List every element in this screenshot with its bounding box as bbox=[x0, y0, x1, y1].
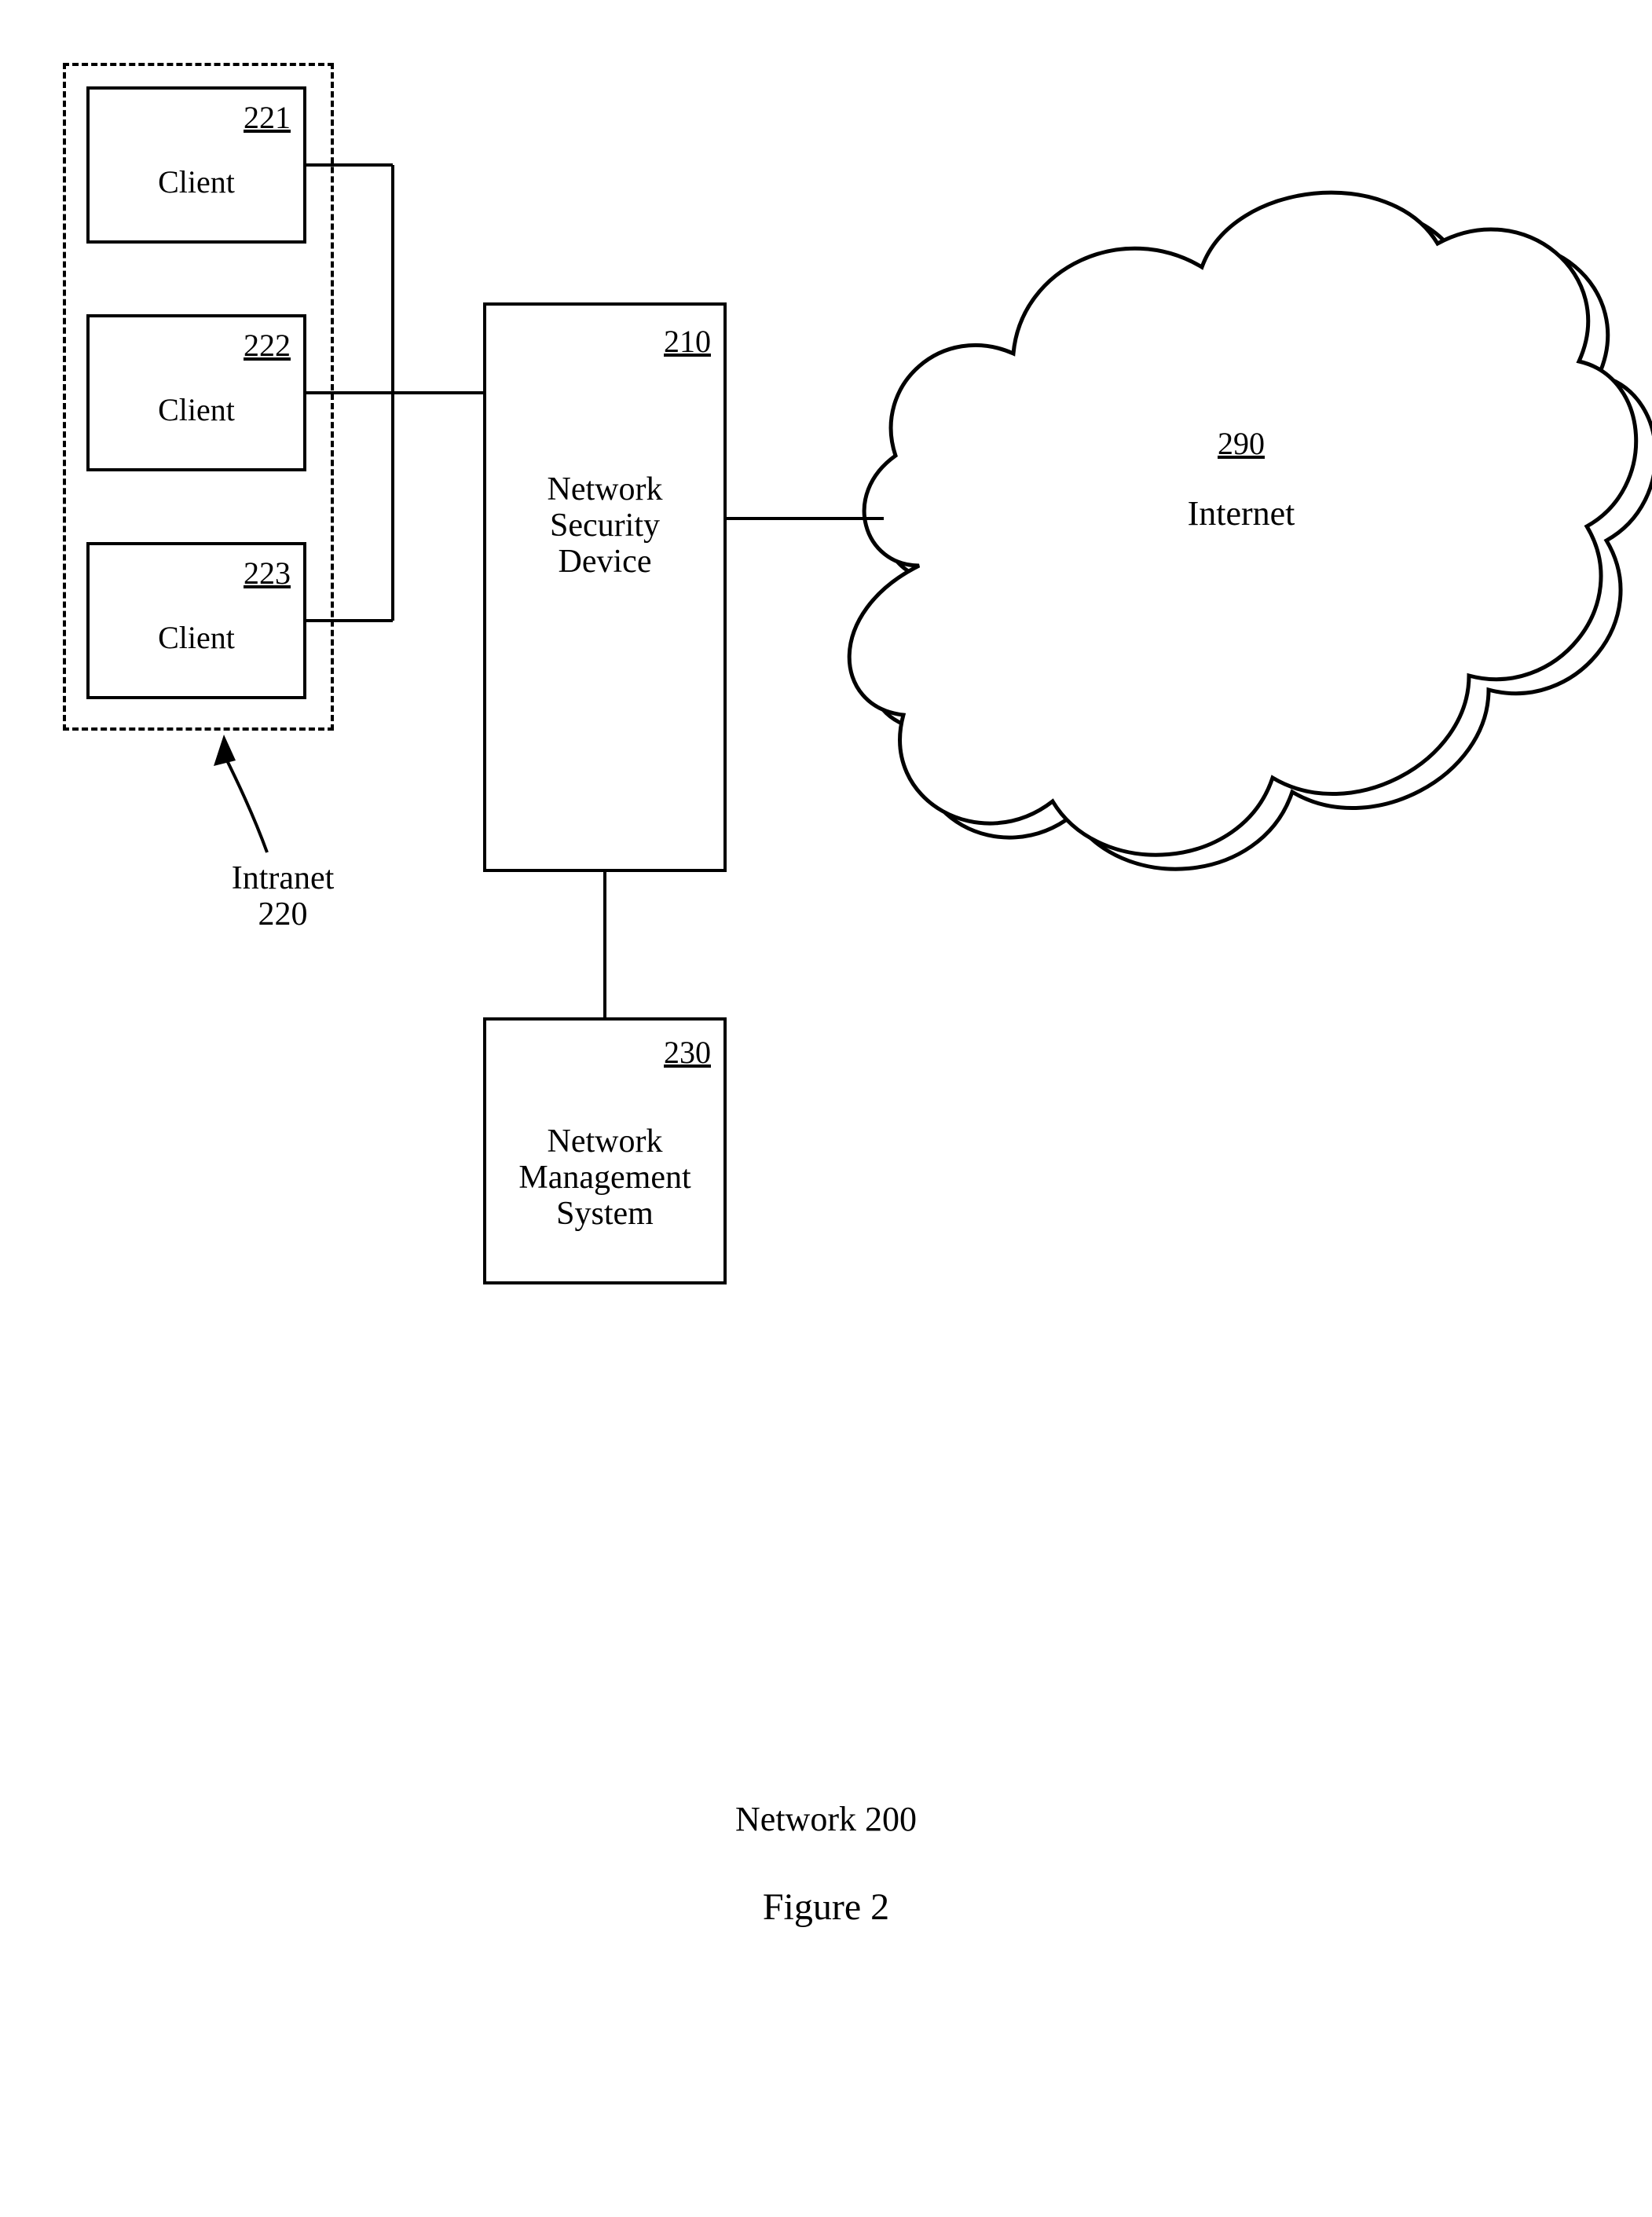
nsd-number: 210 bbox=[652, 326, 711, 357]
nsd-label: Network Security Device bbox=[483, 471, 727, 581]
client-223-number: 223 bbox=[236, 558, 291, 589]
internet-number-top: 290 bbox=[1210, 428, 1273, 460]
network-security-device-box bbox=[483, 302, 727, 872]
figure-title: Figure 2 bbox=[0, 1885, 1652, 1929]
figure-caption: Network 200 bbox=[0, 1799, 1652, 1839]
client-223-label: Client bbox=[86, 621, 306, 655]
diagram-page: 221 Client 222 Client 223 Client 210 Net… bbox=[0, 0, 1652, 2217]
internet-label-top: Internet bbox=[1100, 495, 1383, 533]
nms-label: Network Management System bbox=[483, 1123, 727, 1233]
intranet-label: Intranet 220 bbox=[204, 860, 361, 933]
client-222-number: 222 bbox=[236, 330, 291, 361]
intranet-arrowhead bbox=[214, 735, 236, 766]
client-221-number: 221 bbox=[236, 102, 291, 134]
client-221-label: Client bbox=[86, 165, 306, 200]
nms-number: 230 bbox=[652, 1037, 711, 1068]
intranet-pointer bbox=[224, 754, 267, 852]
client-222-label: Client bbox=[86, 393, 306, 427]
